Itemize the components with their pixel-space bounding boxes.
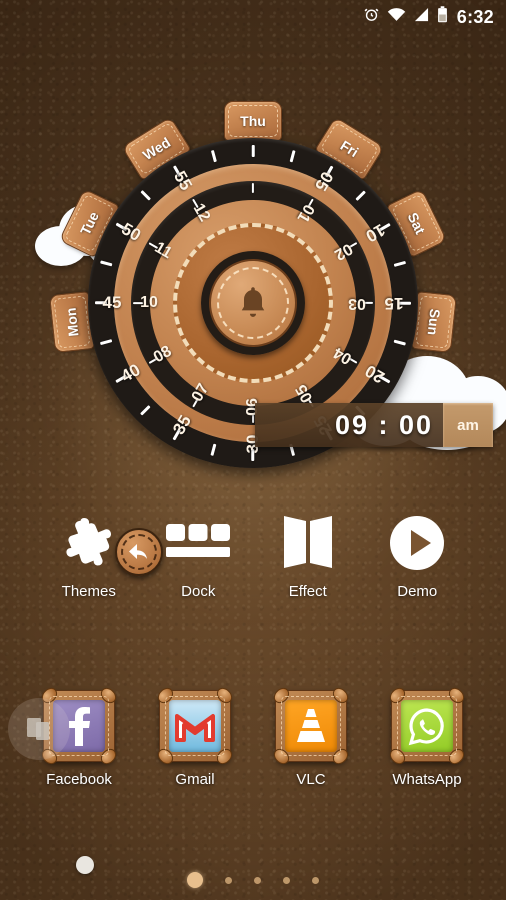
minute-label: 15	[384, 294, 404, 313]
day-tab-label: Thu	[240, 113, 266, 129]
dock-app-label: Facebook	[46, 771, 112, 788]
minute-label: 45	[102, 293, 122, 312]
vlc-cone-icon	[285, 700, 337, 752]
play-circle-icon	[389, 515, 445, 571]
gmail-icon	[169, 700, 221, 752]
app-dock: Facebook Gmail VLC WhatsApp	[0, 684, 506, 805]
shortcut-effect[interactable]: Effect	[260, 515, 356, 600]
day-tab-label: Fri	[337, 137, 362, 161]
shortcut-themes[interactable]: Themes	[41, 515, 137, 600]
shortcut-demo[interactable]: Demo	[369, 515, 465, 600]
page-dot[interactable]	[312, 876, 319, 884]
time-value: 09 : 00	[334, 409, 433, 440]
app-frame	[270, 684, 352, 768]
page-dot[interactable]	[225, 876, 232, 884]
page-dot[interactable]	[283, 876, 290, 884]
recent-apps-icon	[27, 718, 49, 740]
hour-label: 03	[348, 295, 366, 312]
dock-app-label: WhatsApp	[392, 771, 462, 788]
shortcut-row: Themes Dock Effect Demo	[0, 515, 506, 625]
day-tab-label: Tue	[76, 208, 102, 238]
alarm-clock-widget[interactable]: MonTueWedThuFriSatSun 051015202530354045…	[35, 101, 506, 576]
battery-icon	[437, 6, 448, 28]
puzzle-piece-icon	[60, 515, 118, 571]
shortcut-label: Demo	[397, 583, 438, 600]
day-tab-label: Wed	[139, 134, 174, 164]
alarm-clock-icon	[363, 6, 380, 28]
dock-app-label: Gmail	[175, 771, 215, 788]
bell-icon	[241, 287, 265, 317]
whatsapp-icon	[401, 700, 453, 752]
day-tab-label: Sun	[424, 308, 444, 337]
meridiem-badge[interactable]: am	[443, 403, 493, 447]
shortcut-label: Effect	[288, 583, 327, 600]
alarm-bell-button[interactable]	[209, 259, 297, 347]
shortcut-dock[interactable]: Dock	[150, 515, 246, 600]
signal-icon	[413, 7, 430, 27]
day-tab-label: Sat	[404, 209, 429, 237]
app-frame	[386, 684, 468, 768]
page-dot[interactable]	[187, 872, 203, 888]
time-display-bar[interactable]: 09 : 00 am	[255, 403, 493, 447]
dock-app-vlc[interactable]: VLC	[265, 684, 357, 788]
status-bar-time: 6:32	[456, 6, 494, 27]
app-frame	[154, 684, 236, 768]
shortcut-label: Themes	[61, 583, 116, 600]
dock-app-gmail[interactable]: Gmail	[149, 684, 241, 788]
day-tab-label: Mon	[62, 306, 82, 338]
book-fold-icon	[281, 515, 335, 571]
page-indicator[interactable]	[0, 872, 506, 888]
page-dot[interactable]	[254, 876, 261, 884]
hour-label: 10	[140, 294, 158, 311]
day-tab-thu[interactable]: Thu	[224, 101, 282, 141]
dock-app-whatsapp[interactable]: WhatsApp	[381, 684, 473, 788]
dock-app-label: VLC	[296, 771, 326, 788]
shortcut-label: Dock	[181, 583, 216, 600]
status-bar: 6:32	[0, 0, 506, 34]
dock-bars-icon	[165, 515, 231, 571]
recent-apps-button[interactable]	[8, 698, 70, 760]
wifi-icon	[387, 7, 406, 27]
